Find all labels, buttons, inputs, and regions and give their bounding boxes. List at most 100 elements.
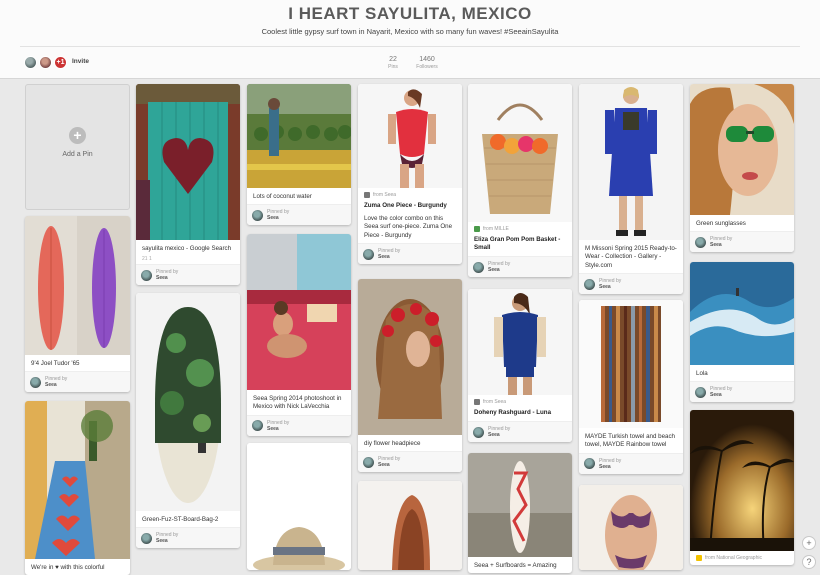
pinner-info[interactable]: Pinned by Seea — [579, 273, 683, 295]
avatar[interactable] — [363, 248, 374, 260]
pin-source[interactable]: from Seea — [468, 395, 572, 405]
pin-image[interactable] — [136, 293, 240, 511]
pinner-name[interactable]: Seea — [45, 382, 67, 388]
pinner-name[interactable]: Seea — [378, 462, 400, 468]
pin-card[interactable]: MAYDE Turkish towel and beach towel, MAY… — [579, 300, 683, 474]
pin-card[interactable]: Green-Fuz-ST-Board-Bag-2 Pinned by Seea — [136, 293, 240, 549]
pin-title[interactable]: Doheny Rashguard - Luna — [468, 405, 572, 417]
avatar[interactable] — [584, 278, 595, 290]
avatar[interactable] — [141, 532, 152, 544]
leather-shoe-illustration — [358, 481, 462, 570]
avatar[interactable] — [363, 456, 374, 468]
pin-title[interactable]: Eliza Gran Pom Pom Basket - Small — [468, 232, 572, 252]
pinner-info[interactable]: Pinned by Seea — [579, 452, 683, 474]
pinner-name[interactable]: Seea — [488, 432, 510, 438]
bedroom-photoshoot-illustration — [247, 234, 351, 390]
avatar[interactable] — [141, 269, 152, 281]
pin-card[interactable] — [358, 481, 462, 570]
pin-image[interactable] — [136, 84, 240, 240]
pinner-name[interactable]: Seea — [710, 392, 732, 398]
avatar[interactable] — [695, 386, 706, 398]
pinner-info[interactable]: Pinned by Seea — [247, 414, 351, 436]
pinner-info[interactable]: Pinned by Seea — [358, 243, 462, 265]
pin-card[interactable]: We're in ♥ with this colorful — [25, 401, 130, 575]
avatar[interactable] — [695, 236, 706, 248]
pin-card[interactable]: Seea Spring 2014 photoshoot in Mexico wi… — [247, 234, 351, 436]
avatar[interactable] — [584, 458, 595, 470]
pin-image[interactable] — [25, 401, 130, 559]
pin-card[interactable]: Green sunglasses Pinned by Seea — [690, 84, 794, 253]
pin-source-label: from National Geographic — [705, 555, 762, 561]
pinned-by-label: Pinned by — [599, 457, 622, 464]
pinner-name[interactable]: Seea — [599, 284, 621, 290]
pinner-name[interactable]: Seea — [599, 464, 621, 470]
pinner-info[interactable]: Pinned by Seea — [690, 231, 794, 253]
pin-source[interactable]: from MILLE — [468, 222, 572, 232]
pin-card[interactable]: from Seea Doheny Rashguard - Luna Pinned… — [468, 289, 572, 443]
pins-count-stat[interactable]: 22 Pins — [383, 56, 403, 70]
pin-card[interactable] — [579, 485, 683, 570]
pinner-name[interactable]: Seea — [378, 254, 400, 260]
invite-button[interactable]: Invite — [72, 58, 89, 65]
pin-image[interactable] — [690, 410, 794, 551]
pinner-name[interactable]: Seea — [156, 275, 178, 281]
pin-image[interactable] — [468, 84, 572, 222]
pin-image[interactable] — [247, 234, 351, 390]
pinner-info[interactable]: Pinned by Seea — [358, 451, 462, 473]
pin-image[interactable] — [579, 84, 683, 240]
pinner-info[interactable]: Pinned by Seea — [136, 527, 240, 549]
pin-card[interactable]: from National Geographic — [690, 410, 794, 565]
avatar[interactable] — [30, 376, 41, 388]
avatar[interactable] — [39, 56, 52, 69]
pinner-name[interactable]: Seea — [156, 538, 178, 544]
pinner-name[interactable]: Seea — [710, 242, 732, 248]
pin-card[interactable]: Lots of coconut water Pinned by Seea — [247, 84, 351, 226]
pin-image[interactable] — [579, 300, 683, 428]
pin-image[interactable] — [358, 84, 462, 188]
more-collaborators-badge[interactable]: +1 — [54, 56, 67, 69]
pinner-info[interactable]: Pinned by Seea — [468, 421, 572, 443]
pin-card[interactable]: diy flower headpiece Pinned by Seea — [358, 279, 462, 473]
pin-image[interactable] — [25, 216, 130, 355]
pinner-info[interactable]: Pinned by Seea — [136, 264, 240, 286]
pin-image[interactable] — [468, 289, 572, 395]
avatar[interactable] — [252, 209, 263, 221]
pinner-info[interactable]: Pinned by Seea — [690, 381, 794, 403]
pinner-name[interactable]: Seea — [267, 426, 289, 432]
help-button[interactable]: ? — [802, 555, 816, 569]
pin-card[interactable]: M Missoni Spring 2015 Ready-to-Wear - Co… — [579, 84, 683, 295]
pin-source[interactable]: from National Geographic — [690, 551, 794, 565]
pin-title[interactable]: Zuma One Piece - Burgundy — [358, 198, 462, 210]
avatar[interactable] — [252, 420, 263, 432]
pin-card[interactable]: Lola Pinned by Seea — [690, 262, 794, 403]
pin-card[interactable]: from Seea Zuma One Piece - Burgundy Love… — [358, 84, 462, 265]
pin-image[interactable] — [579, 485, 683, 570]
pin-image[interactable] — [358, 279, 462, 435]
pin-image[interactable] — [468, 453, 572, 557]
pin-image[interactable] — [690, 262, 794, 365]
pin-image[interactable] — [358, 481, 462, 570]
pin-card[interactable]: sayulita mexico - Google Search 21 1 Pin… — [136, 84, 240, 286]
avatar[interactable] — [24, 56, 37, 69]
pinner-name[interactable]: Seea — [488, 267, 510, 273]
green-sunglasses-illustration — [690, 84, 794, 215]
floating-add-button[interactable]: + — [802, 536, 816, 550]
pin-image[interactable] — [247, 84, 351, 188]
pinner-name[interactable]: Seea — [267, 215, 289, 221]
pin-image[interactable] — [690, 84, 794, 215]
followers-count-stat[interactable]: 1460 Followers — [412, 56, 442, 70]
wave-illustration — [690, 262, 794, 365]
pin-image[interactable] — [247, 443, 351, 570]
pin-description: Lola — [696, 370, 708, 377]
avatar[interactable] — [473, 261, 484, 273]
pin-card[interactable]: 9'4 Joel Tudor '65 Pinned by Seea — [25, 216, 130, 393]
pin-source[interactable]: from Seea — [358, 188, 462, 198]
pinner-info[interactable]: Pinned by Seea — [468, 256, 572, 278]
add-pin-card[interactable]: + Add a Pin — [25, 84, 130, 210]
pinner-info[interactable]: Pinned by Seea — [25, 371, 130, 393]
pin-card[interactable]: from MILLE Eliza Gran Pom Pom Basket - S… — [468, 84, 572, 278]
avatar[interactable] — [473, 426, 484, 438]
pin-card[interactable] — [247, 443, 351, 570]
pinner-info[interactable]: Pinned by Seea — [247, 204, 351, 226]
pin-card[interactable]: Seea + Surfboards = Amazing — [468, 453, 572, 574]
